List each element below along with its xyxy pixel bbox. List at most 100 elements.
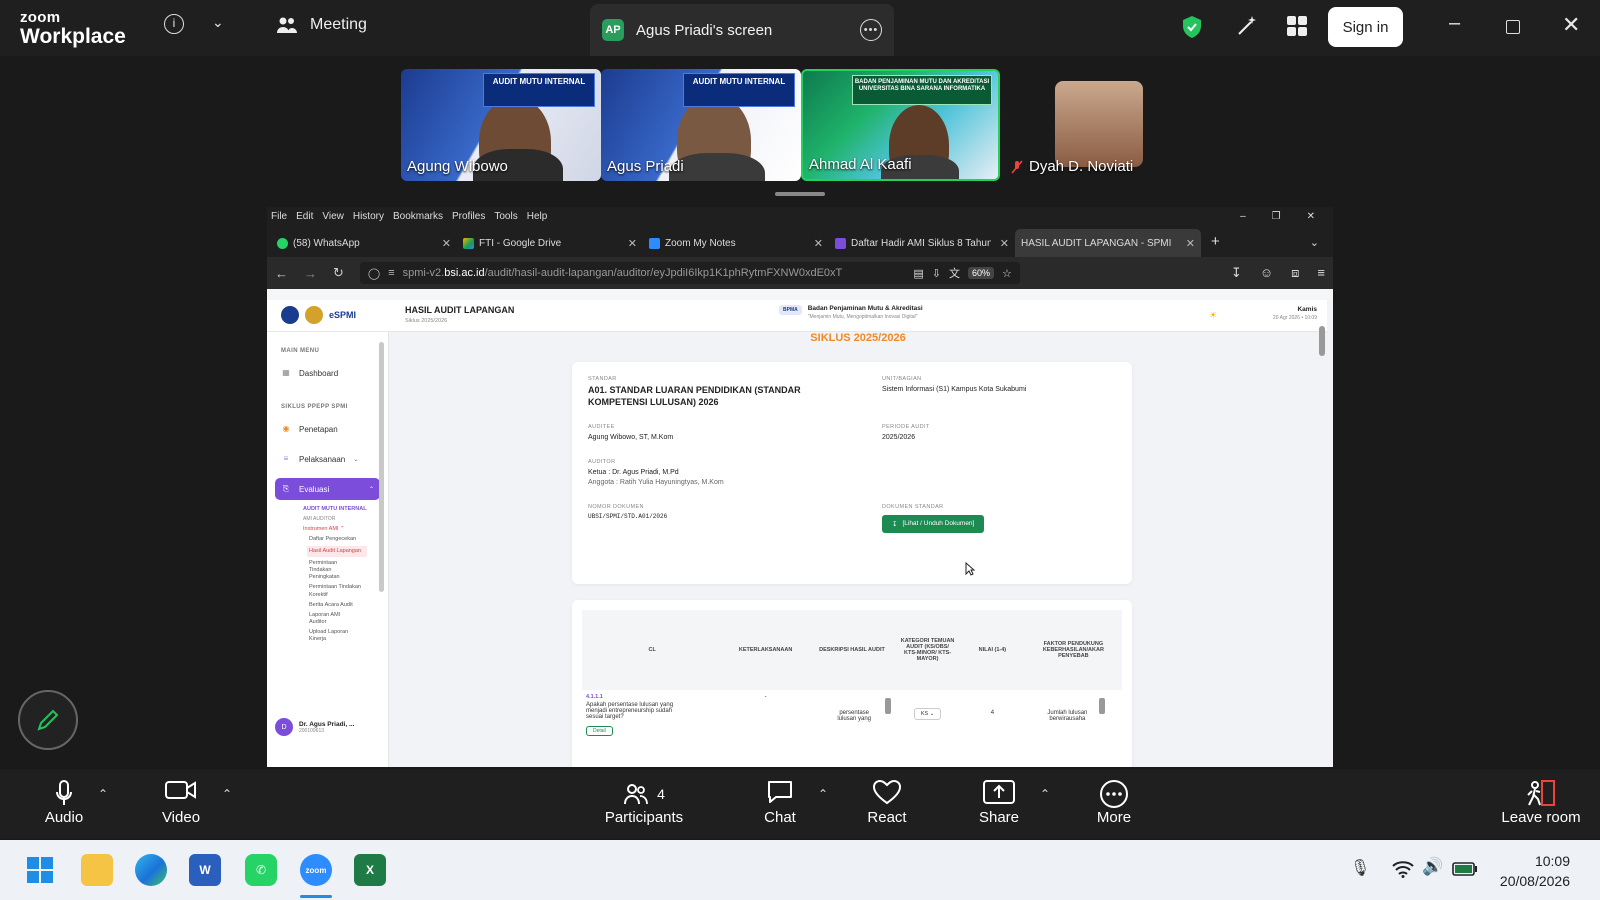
excel-icon[interactable]: X — [354, 854, 386, 886]
participant-tile[interactable]: Dyah D. Noviati — [1005, 69, 1145, 181]
hamburger-menu-icon[interactable]: ≡ — [1317, 265, 1325, 281]
kategori-select[interactable]: KS ⌄ — [913, 708, 942, 720]
close-tab-icon[interactable]: ✕ — [1000, 237, 1009, 250]
reload-icon[interactable]: ↻ — [333, 265, 344, 281]
word-icon[interactable]: W — [189, 854, 221, 886]
url-bar[interactable]: ◯ ≡ spmi-v2.bsi.ac.id/audit/hasil-audit-… — [359, 262, 1020, 284]
leave-room-button[interactable]: Leave room — [1496, 779, 1586, 826]
react-button[interactable]: React — [865, 779, 909, 826]
list-tabs-chevron-icon[interactable]: ⌄ — [1310, 236, 1319, 249]
theme-toggle-sun-icon[interactable]: ☀ — [1209, 310, 1217, 321]
sidebar-item-dashboard[interactable]: ▦ Dashboard — [275, 362, 380, 384]
menu-history[interactable]: History — [353, 211, 384, 222]
view-document-button[interactable]: ↧ [Lihat / Unduh Dokumen] — [882, 514, 985, 533]
reader-view-icon[interactable]: ▤ — [913, 267, 923, 280]
share-options-chevron-icon[interactable]: ⌃ — [1040, 787, 1050, 801]
menu-file[interactable]: File — [271, 211, 287, 222]
bookmark-star-icon[interactable]: ☆ — [1002, 267, 1012, 280]
sign-in-button[interactable]: Sign in — [1328, 7, 1403, 47]
new-tab-icon[interactable]: + — [1211, 233, 1220, 250]
chat-options-chevron-icon[interactable]: ⌃ — [818, 787, 828, 801]
user-profile[interactable]: D Dr. Agus Priadi, ... 200109613 — [275, 718, 354, 736]
sidebar-item-laporan[interactable]: Laporan AMI Auditor — [309, 612, 353, 626]
participant-tile[interactable]: AUDIT MUTU INTERNAL Agus Priadi — [601, 69, 801, 181]
volume-icon[interactable]: 🔊 — [1422, 857, 1443, 877]
close-tab-icon[interactable]: ✕ — [1186, 237, 1195, 250]
video-options-chevron-icon[interactable]: ⌃ — [222, 787, 232, 801]
sidebar-item-ptk[interactable]: Permintaan Tindakan Korektif — [309, 584, 361, 598]
edge-browser-icon[interactable] — [135, 854, 167, 886]
sidebar-item-evaluasi[interactable]: ⎘ Evaluasi ⌃ — [275, 478, 380, 500]
whatsapp-icon[interactable]: ✆ — [245, 854, 277, 886]
deskripsi-textarea[interactable]: persentase lulusan yang — [829, 710, 879, 722]
tab-zoom-notes[interactable]: Zoom My Notes ✕ — [643, 229, 829, 257]
translate-icon[interactable]: 文 — [949, 265, 960, 281]
gallery-resize-handle[interactable] — [775, 192, 825, 196]
sidebar-item-pelaksanaan[interactable]: ≡ Pelaksanaan ⌄ — [275, 448, 380, 470]
cell-deskripsi[interactable]: persentase lulusan yang — [809, 690, 895, 740]
close-icon[interactable]: ✕ — [1562, 12, 1580, 38]
participants-button[interactable]: 4 Participants — [602, 779, 686, 826]
save-page-icon[interactable]: ⇩ — [932, 267, 941, 280]
zoom-level-badge[interactable]: 60% — [968, 267, 995, 279]
meeting-menu[interactable]: Meeting — [276, 16, 367, 34]
file-explorer-icon[interactable] — [81, 854, 113, 886]
menu-tools[interactable]: Tools — [494, 211, 517, 222]
more-options-icon[interactable]: ••• — [860, 19, 882, 41]
sidebar-item-instrumen[interactable]: Instrumen AMI ⌃ — [303, 526, 388, 533]
account-icon[interactable]: ☺ — [1260, 265, 1273, 281]
menu-profiles[interactable]: Profiles — [452, 211, 485, 222]
close-tab-icon[interactable]: ✕ — [442, 237, 451, 250]
system-clock[interactable]: 10:09 20/08/2026 — [1500, 852, 1570, 891]
textarea-scrollbar[interactable] — [1099, 698, 1106, 714]
menu-bookmarks[interactable]: Bookmarks — [393, 211, 443, 222]
restore-icon[interactable] — [1506, 20, 1520, 34]
chat-button[interactable]: Chat — [760, 779, 800, 826]
close-icon[interactable]: ✕ — [1307, 211, 1315, 222]
detail-button[interactable]: Detail — [586, 726, 613, 736]
share-button[interactable]: Share — [976, 779, 1022, 826]
extensions-icon[interactable]: ⧈ — [1291, 265, 1299, 281]
minimize-icon[interactable]: – — [1449, 12, 1460, 35]
apps-grid-icon[interactable] — [1286, 15, 1308, 37]
chevron-down-icon[interactable]: ⌄ — [212, 14, 224, 31]
sidebar-item-upload[interactable]: Upload Laporan Kinerja — [309, 629, 359, 643]
wifi-icon[interactable] — [1392, 860, 1414, 878]
sidebar-sub-heading[interactable]: AUDIT MUTU INTERNAL — [303, 506, 388, 513]
zoom-app-icon[interactable]: zoom — [300, 854, 332, 886]
download-icon[interactable]: ↧ — [1231, 265, 1242, 281]
minimize-icon[interactable]: – — [1240, 211, 1246, 222]
battery-icon[interactable] — [1452, 861, 1478, 877]
tab-google-drive[interactable]: FTI - Google Drive ✕ — [457, 229, 643, 257]
sidebar-item-daftar[interactable]: Daftar Pengecekan — [309, 536, 388, 543]
sidebar-scrollbar[interactable] — [379, 342, 384, 592]
textarea-scrollbar[interactable] — [885, 698, 892, 714]
faktor-textarea[interactable]: Jumlah lulusan berwirausaha — [1041, 710, 1093, 722]
page-scrollbar[interactable] — [1319, 326, 1325, 356]
sidebar-item-ptp[interactable]: Permintaan Tindakan Peningkatan — [309, 560, 349, 581]
microphone-tray-icon[interactable]: 🎙 — [1350, 858, 1370, 878]
more-button[interactable]: More — [1094, 779, 1134, 826]
menu-help[interactable]: Help — [527, 211, 548, 222]
magic-wand-icon[interactable] — [1236, 15, 1258, 37]
video-button[interactable]: Video — [158, 779, 204, 826]
participant-tile[interactable]: AUDIT MUTU INTERNAL Agung Wibowo — [401, 69, 601, 181]
tab-hasil-audit[interactable]: HASIL AUDIT LAPANGAN - SPMI ✕ — [1015, 229, 1201, 257]
audio-options-chevron-icon[interactable]: ⌃ — [98, 787, 108, 801]
sidebar-item-hasil-audit[interactable]: Hasil Audit Lapangan — [307, 545, 367, 558]
windows-start-icon[interactable] — [26, 856, 54, 884]
participant-tile-active-speaker[interactable]: BADAN PENJAMINAN MUTU DAN AKREDITASI UNI… — [801, 69, 1000, 181]
sidebar-item-penetapan[interactable]: ◉ Penetapan — [275, 418, 380, 440]
restore-icon[interactable]: ❐ — [1272, 211, 1281, 222]
site-settings-icon[interactable]: ≡ — [388, 267, 394, 279]
annotate-button[interactable] — [18, 690, 78, 750]
info-icon[interactable]: i — [164, 14, 184, 34]
close-tab-icon[interactable]: ✕ — [628, 237, 637, 250]
screen-share-tab[interactable]: AP Agus Priadi's screen ••• — [590, 4, 894, 56]
close-tab-icon[interactable]: ✕ — [814, 237, 823, 250]
menu-view[interactable]: View — [322, 211, 344, 222]
audio-button[interactable]: Audio — [44, 779, 84, 826]
cell-faktor[interactable]: Jumlah lulusan berwirausaha — [1025, 690, 1122, 740]
sidebar-item-berita[interactable]: Berita Acara Audit — [309, 602, 388, 609]
tab-whatsapp[interactable]: (58) WhatsApp ✕ — [271, 229, 457, 257]
